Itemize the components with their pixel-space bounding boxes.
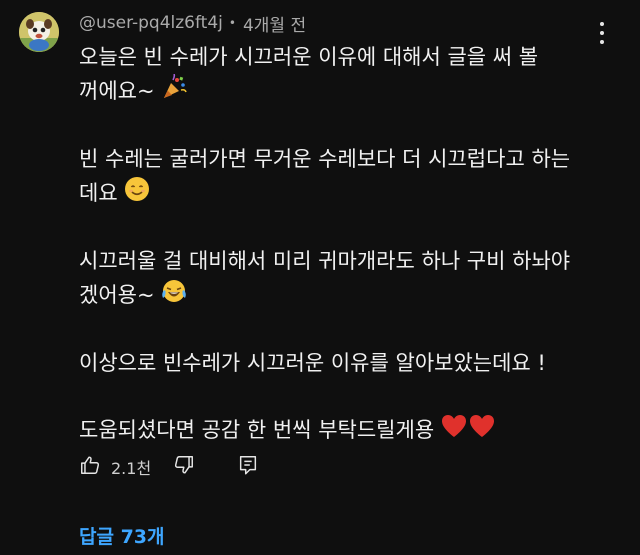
comment-reply-icon [237,454,259,480]
comment-paragraph: 시끄러울 걸 대비해서 미리 귀마개라도 하나 구비 하놔야 겠어용~ [79,245,589,314]
avatar[interactable] [19,12,59,52]
more-options-icon[interactable] [592,20,612,46]
paragraph-text: 도움되셨다면 공감 한 번씩 부탁드릴게용 [79,418,435,442]
paragraph-text: 오늘은 빈 수레가 시끄러운 이유에 대해서 글을 써 볼 꺼에요~ [79,45,539,103]
comment-header: @user-pq4lz6ft4j • 4개월 전 [79,10,306,36]
view-replies-button[interactable]: 답글 73개 [79,522,165,549]
like-button[interactable]: 2.1천 [79,454,151,480]
thumbs-up-icon [79,454,101,480]
like-count: 2.1천 [111,459,152,478]
paragraph-text: 빈 수레는 굴러가면 무거운 수레보다 더 시끄럽다고 하는 데요 [79,147,571,205]
party-popper-icon [161,73,188,110]
comment-paragraph: 빈 수레는 굴러가면 무거운 수레보다 더 시끄럽다고 하는 데요 [79,143,589,212]
comment-thread: @user-pq4lz6ft4j • 4개월 전 오늘은 빈 수레가 시끄러운 … [0,0,640,555]
comment-actions: 2.1천 [79,452,259,482]
paragraph-text: 시끄러울 걸 대비해서 미리 귀마개라도 하나 구비 하놔야 겠어용~ [79,249,571,307]
reply-button[interactable] [237,454,259,480]
thumbs-down-icon [173,454,195,480]
comment-paragraph: 도움되셨다면 공감 한 번씩 부탁드릴게용 [79,413,589,449]
paragraph-text: 이상으로 빈수레가 시끄러운 이유를 알아보았는데요 ! [79,351,546,375]
tears-of-joy-icon [161,278,187,314]
comment-body: 오늘은 빈 수레가 시끄러운 이유에 대해서 글을 써 볼 꺼에요~ 빈 수레는… [79,41,589,449]
comment-paragraph: 이상으로 빈수레가 시끄러운 이유를 알아보았는데요 ! [79,347,589,380]
header-separator: • [228,16,236,30]
smiling-face-icon [124,176,150,212]
dislike-button[interactable] [173,454,195,480]
red-hearts-icon [441,413,495,449]
author-handle[interactable]: @user-pq4lz6ft4j [79,13,223,33]
posted-time[interactable]: 4개월 전 [243,11,306,36]
comment-paragraph: 오늘은 빈 수레가 시끄러운 이유에 대해서 글을 써 볼 꺼에요~ [79,41,589,110]
